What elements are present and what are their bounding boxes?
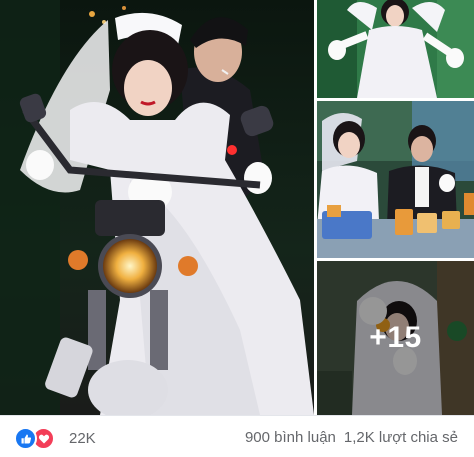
comments-count-link[interactable]: 900 bình luận	[245, 429, 336, 446]
photo-main-bride-on-motorbike[interactable]	[0, 0, 314, 415]
like-icon	[14, 427, 37, 450]
photo-r2-image	[317, 101, 474, 258]
more-photos-count[interactable]: +15	[369, 321, 421, 355]
photo-grid: +15	[0, 0, 474, 415]
photo-more-tile[interactable]: +15	[317, 261, 474, 415]
stats-spacer	[336, 429, 344, 446]
reactions-summary[interactable]: 22K	[14, 427, 96, 450]
more-photos-overlay[interactable]: +15	[317, 261, 474, 415]
reaction-count[interactable]: 22K	[69, 430, 96, 447]
photo-r1-image	[317, 0, 474, 98]
engagement-stats: 900 bình luận 1,2K lượt chia sẻ	[245, 429, 458, 446]
photo-bride-posing[interactable]	[317, 0, 474, 98]
photo-main-image	[0, 0, 314, 415]
post-footer: 22K 900 bình luận 1,2K lượt chia sẻ	[0, 415, 474, 457]
photo-couple-at-table[interactable]	[317, 101, 474, 258]
shares-count-link[interactable]: 1,2K lượt chia sẻ	[344, 429, 458, 446]
